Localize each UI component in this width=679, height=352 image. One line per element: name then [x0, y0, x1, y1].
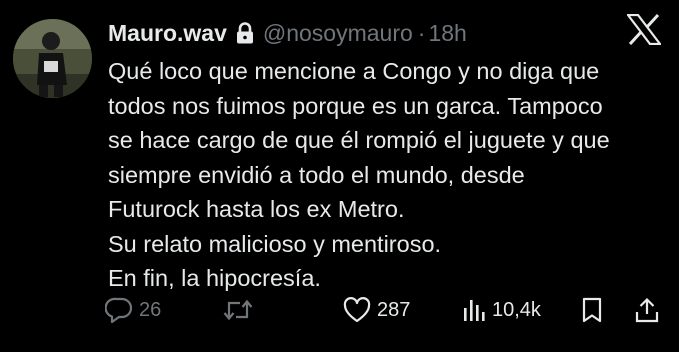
like-button[interactable]: 287	[343, 292, 410, 328]
views-count: 10,4k	[492, 298, 541, 321]
action-bar: 26 287 10,4k	[105, 292, 665, 328]
reply-button[interactable]: 26	[105, 292, 161, 328]
x-logo-icon	[627, 14, 661, 45]
bookmark-button[interactable]	[581, 292, 603, 328]
reply-icon	[105, 297, 133, 323]
tweet-header: Mauro.wav @nosoymauro · 18h	[108, 16, 467, 50]
heart-icon	[343, 297, 371, 323]
share-button[interactable]	[635, 292, 659, 328]
like-count: 287	[377, 298, 411, 321]
views-button[interactable]: 10,4k	[462, 292, 541, 328]
tweet-line: se hace cargo de que él rompió el juguet…	[108, 127, 610, 153]
tweet-line: Qué loco que mencione a Congo y no diga …	[108, 58, 600, 84]
lock-icon	[235, 22, 255, 44]
retweet-icon	[223, 298, 253, 322]
tweet-card: Mauro.wav @nosoymauro · 18h Qué loco que…	[0, 0, 679, 352]
tweet-line: Futurock hasta los ex Metro.	[108, 196, 405, 222]
tweet-line: Su relato malicioso y mentiroso.	[108, 230, 442, 257]
display-name[interactable]: Mauro.wav	[108, 20, 227, 47]
tweet-line: En fin, la hipocresía.	[108, 265, 321, 291]
bookmark-icon	[581, 297, 603, 323]
retweet-button[interactable]	[223, 292, 259, 328]
timestamp[interactable]: 18h	[428, 20, 466, 47]
avatar[interactable]	[13, 19, 92, 98]
reply-count: 26	[139, 298, 162, 321]
tweet-text: Qué loco que mencione a Congo y no diga …	[108, 54, 668, 296]
user-handle[interactable]: @nosoymauro	[263, 20, 413, 47]
tweet-line: siempre envidió a todo el mundo, desde	[108, 161, 525, 188]
tweet-line: todos nos fuimos porque es un garca. Tam…	[108, 92, 603, 119]
views-chart-icon	[462, 298, 486, 322]
separator-dot: ·	[417, 19, 426, 46]
share-icon	[635, 297, 659, 323]
